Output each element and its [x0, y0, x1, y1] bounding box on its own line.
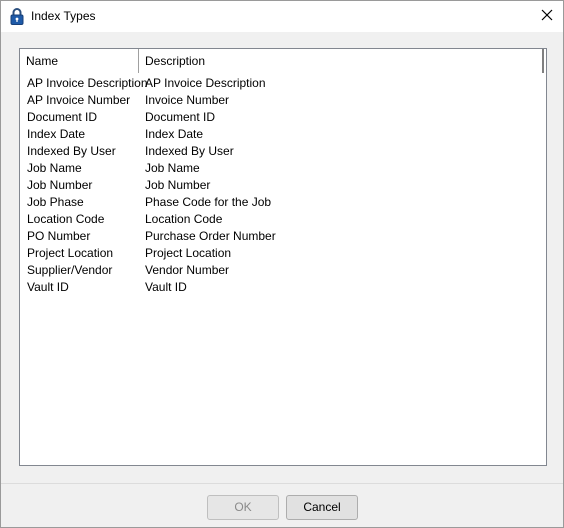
index-types-dialog: Index Types Name Description AP Invoice …	[0, 0, 564, 528]
list-item-description: Job Name	[145, 161, 200, 175]
list-item-description: Document ID	[145, 110, 216, 124]
list-item[interactable]: Project Location Project Location	[20, 245, 546, 262]
list-item-description: Project Location	[145, 246, 232, 260]
list-item-name: AP Invoice Number	[27, 93, 131, 107]
list-item[interactable]: Supplier/Vendor Vendor Number	[20, 262, 546, 279]
list-item-name: Project Location	[27, 246, 114, 260]
list-item-description: Vendor Number	[145, 263, 230, 277]
list-item-description: Location Code	[145, 212, 223, 226]
list-item-name: AP Invoice Description	[27, 76, 148, 90]
padlock-icon	[10, 8, 24, 25]
list-rows: AP Invoice Description AP Invoice Descrip…	[20, 75, 546, 296]
footer-divider	[1, 483, 563, 484]
list-item-name: Index Date	[27, 127, 86, 141]
list-item-name: Location Code	[27, 212, 105, 226]
window-title: Index Types	[31, 9, 96, 23]
list-item-description: Purchase Order Number	[145, 229, 276, 243]
list-item[interactable]: Indexed By User Indexed By User	[20, 143, 546, 160]
list-item-name: Indexed By User	[27, 144, 116, 158]
list-item[interactable]: Location Code Location Code	[20, 211, 546, 228]
list-item-name: Job Name	[27, 161, 82, 175]
list-item-description: Invoice Number	[145, 93, 230, 107]
index-types-list[interactable]: Name Description AP Invoice Description A…	[19, 48, 547, 466]
list-header: Name Description	[20, 49, 546, 73]
cancel-button[interactable]: Cancel	[286, 495, 358, 520]
list-item-description: AP Invoice Description	[145, 76, 266, 90]
title-bar[interactable]: Index Types	[1, 1, 563, 32]
column-header-name[interactable]: Name	[20, 49, 139, 73]
list-item[interactable]: Vault ID Vault ID	[20, 279, 546, 296]
list-item[interactable]: Document ID Document ID	[20, 109, 546, 126]
list-item-description: Index Date	[145, 127, 204, 141]
list-item-description: Indexed By User	[145, 144, 234, 158]
list-item-name: Job Number	[27, 178, 93, 192]
close-button[interactable]	[531, 1, 563, 32]
list-item-name: PO Number	[27, 229, 91, 243]
list-item[interactable]: Job Number Job Number	[20, 177, 546, 194]
list-item-description: Job Number	[145, 178, 211, 192]
list-item-name: Vault ID	[27, 280, 69, 294]
list-item[interactable]: Index Date Index Date	[20, 126, 546, 143]
list-item[interactable]: AP Invoice Description AP Invoice Descrip…	[20, 75, 546, 92]
list-item[interactable]: PO Number Purchase Order Number	[20, 228, 546, 245]
close-icon	[541, 9, 553, 24]
column-header-description[interactable]: Description	[139, 49, 544, 73]
list-item-description: Vault ID	[145, 280, 187, 294]
list-item-name: Job Phase	[27, 195, 84, 209]
list-item[interactable]: Job Name Job Name	[20, 160, 546, 177]
list-item-name: Document ID	[27, 110, 98, 124]
list-item-description: Phase Code for the Job	[145, 195, 272, 209]
list-item[interactable]: AP Invoice Number Invoice Number	[20, 92, 546, 109]
list-item-name: Supplier/Vendor	[27, 263, 113, 277]
ok-button[interactable]: OK	[207, 495, 279, 520]
list-item[interactable]: Job Phase Phase Code for the Job	[20, 194, 546, 211]
